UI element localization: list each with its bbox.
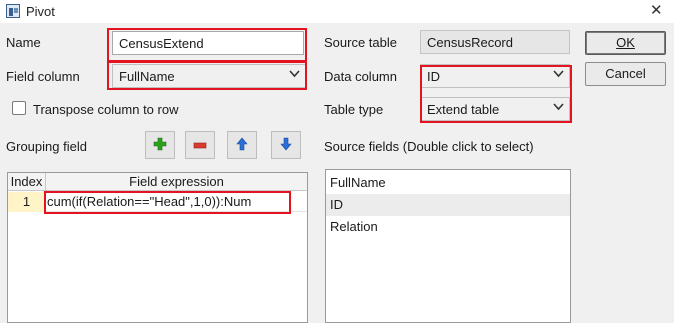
move-up-icon bbox=[236, 137, 248, 154]
name-label: Name bbox=[6, 35, 41, 50]
source-fields-list[interactable]: FullName ID Relation bbox=[325, 169, 571, 323]
table-type-select[interactable]: Extend table bbox=[420, 97, 570, 121]
grid-header-index: Index bbox=[8, 173, 46, 191]
source-table-label: Source table bbox=[324, 35, 397, 50]
chevron-down-icon bbox=[289, 69, 300, 81]
pivot-app-icon bbox=[6, 4, 20, 18]
list-item[interactable]: Relation bbox=[326, 216, 570, 238]
table-type-value: Extend table bbox=[427, 102, 500, 117]
close-icon[interactable]: ✕ bbox=[650, 1, 663, 19]
field-column-value: FullName bbox=[119, 69, 175, 84]
source-fields-label: Source fields (Double click to select) bbox=[324, 139, 534, 154]
source-table-field: CensusRecord bbox=[420, 30, 570, 54]
list-item[interactable]: ID bbox=[326, 194, 570, 216]
grid-header: Index Field expression bbox=[8, 173, 307, 191]
field-column-select[interactable]: FullName bbox=[112, 64, 306, 88]
data-column-select[interactable]: ID bbox=[420, 64, 570, 88]
transpose-checkbox[interactable] bbox=[12, 101, 26, 115]
cancel-button[interactable]: Cancel bbox=[585, 62, 666, 86]
cancel-button-label: Cancel bbox=[605, 66, 646, 81]
move-down-button[interactable] bbox=[271, 131, 301, 159]
list-item[interactable]: FullName bbox=[326, 172, 570, 194]
ok-button-label: OK bbox=[616, 35, 635, 50]
add-icon bbox=[153, 137, 167, 154]
data-column-label: Data column bbox=[324, 69, 397, 84]
move-down-icon bbox=[280, 137, 292, 154]
chevron-down-icon bbox=[553, 102, 564, 114]
chevron-down-icon bbox=[553, 69, 564, 81]
add-button[interactable] bbox=[145, 131, 175, 159]
table-type-label: Table type bbox=[324, 102, 384, 117]
grid-header-expression: Field expression bbox=[129, 174, 224, 189]
name-input[interactable]: CensusExtend bbox=[112, 31, 304, 55]
remove-button[interactable] bbox=[185, 131, 215, 159]
grouping-field-label: Grouping field bbox=[6, 139, 87, 154]
remove-icon bbox=[193, 138, 207, 153]
title-bar: Pivot ✕ bbox=[0, 0, 674, 23]
transpose-label: Transpose column to row bbox=[33, 102, 179, 117]
field-column-label: Field column bbox=[6, 69, 80, 84]
table-row[interactable]: 1 cum(if(Relation=="Head",1,0)):Num bbox=[8, 192, 307, 212]
move-up-button[interactable] bbox=[227, 131, 257, 159]
row-index-cell[interactable]: 1 bbox=[8, 192, 46, 212]
grouping-field-grid[interactable]: Index Field expression 1 cum(if(Relation… bbox=[7, 172, 308, 323]
window-title: Pivot bbox=[26, 4, 55, 19]
ok-button[interactable]: OK bbox=[585, 31, 666, 55]
data-column-value: ID bbox=[427, 69, 440, 84]
row-expression-cell[interactable]: cum(if(Relation=="Head",1,0)):Num bbox=[46, 192, 307, 212]
